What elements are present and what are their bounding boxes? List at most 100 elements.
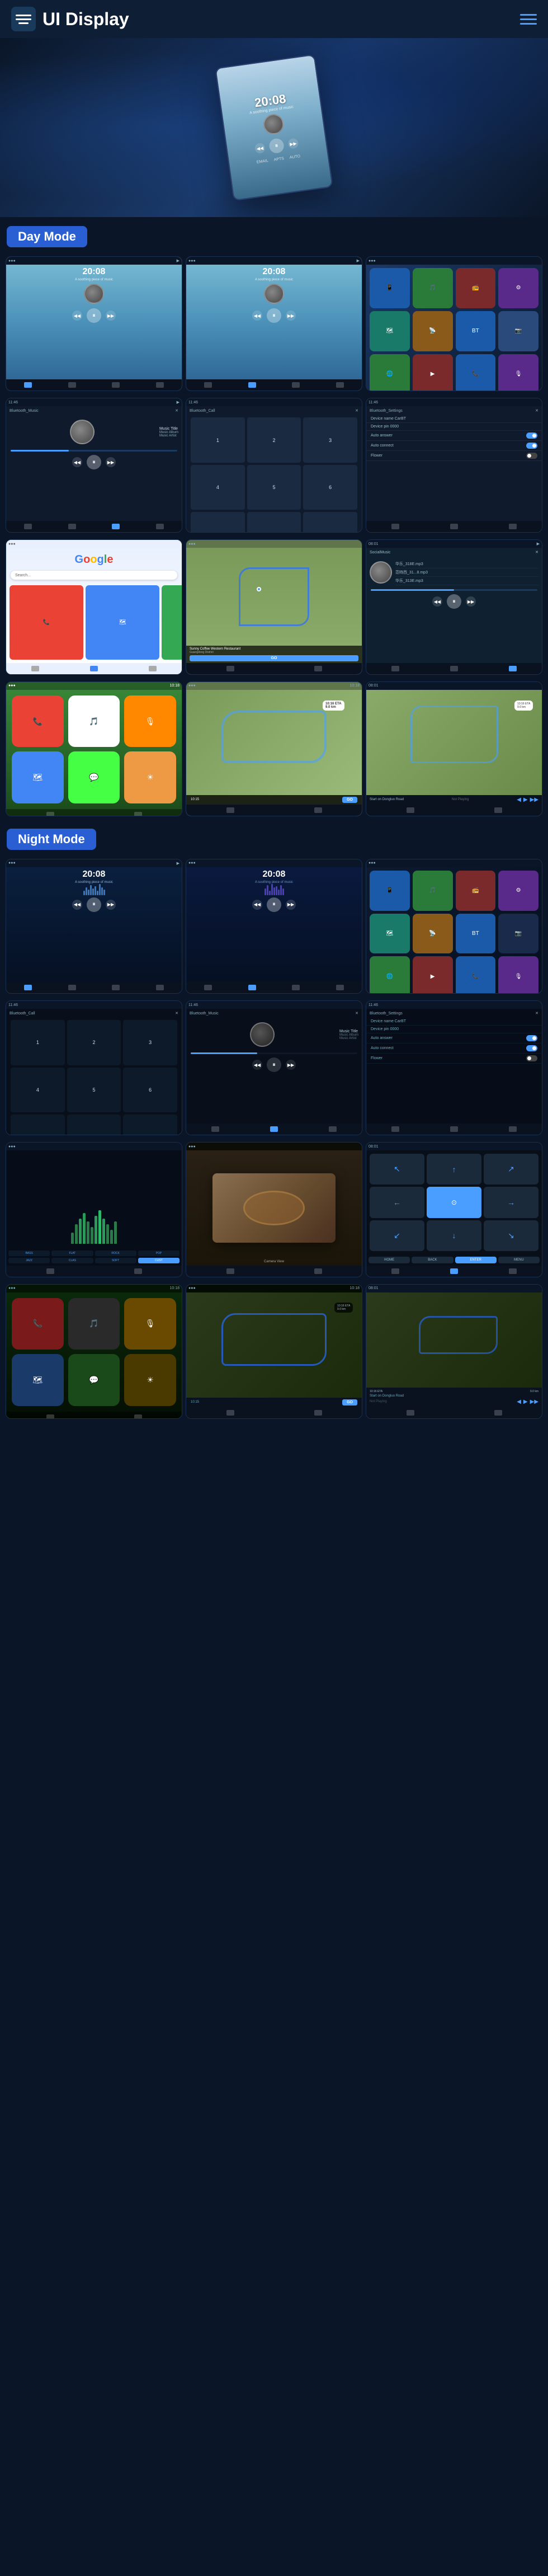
nav-n10a[interactable] bbox=[46, 1414, 54, 1418]
nav-9a[interactable] bbox=[391, 666, 399, 671]
nav-n6b[interactable] bbox=[450, 1126, 458, 1132]
night-app-9[interactable]: 🌐 bbox=[370, 956, 410, 993]
nav-n5b[interactable] bbox=[270, 1126, 278, 1132]
nav-n10b[interactable] bbox=[134, 1414, 142, 1418]
night-prev-1[interactable]: ◀◀ bbox=[72, 900, 82, 910]
nav-8a[interactable] bbox=[226, 666, 234, 671]
nav-8b[interactable] bbox=[314, 666, 322, 671]
night-app-11[interactable]: 📞 bbox=[456, 956, 496, 993]
night-num-5[interactable]: 5 bbox=[67, 1068, 121, 1113]
night-play-2[interactable]: ⏸ bbox=[267, 897, 281, 912]
night-num-8[interactable]: 8 bbox=[67, 1115, 121, 1135]
nav-n7a[interactable] bbox=[46, 1268, 54, 1274]
night-ios-app-weather[interactable]: ☀ bbox=[124, 1354, 176, 1406]
nav-icon-1a[interactable] bbox=[24, 382, 32, 388]
auto-connect-toggle[interactable] bbox=[526, 443, 537, 449]
nav-n8b[interactable] bbox=[314, 1268, 322, 1274]
night-mini-play[interactable]: ▶ bbox=[523, 1399, 528, 1405]
nav-n7b[interactable] bbox=[134, 1268, 142, 1274]
app-2[interactable]: 🎵 bbox=[413, 268, 453, 308]
nav-n9c[interactable] bbox=[509, 1268, 517, 1274]
night-app-12[interactable]: 🎙 bbox=[498, 956, 538, 993]
eq-preset-4[interactable]: POP bbox=[138, 1251, 179, 1256]
arrow-up[interactable]: ↑ bbox=[427, 1154, 481, 1184]
nav-10b[interactable] bbox=[134, 812, 142, 816]
app-10[interactable]: ▶ bbox=[413, 354, 453, 391]
nav-6b[interactable] bbox=[450, 524, 458, 529]
nav-icon-1b[interactable] bbox=[68, 382, 76, 388]
eq-preset-5[interactable]: JAZZ bbox=[8, 1258, 50, 1263]
nav-n11b[interactable] bbox=[314, 1410, 322, 1416]
night-app-7[interactable]: BT bbox=[456, 914, 496, 954]
nav-n8a[interactable] bbox=[226, 1268, 234, 1274]
nav-n2a[interactable] bbox=[204, 985, 212, 990]
app-6[interactable]: 📡 bbox=[413, 311, 453, 351]
func-btn-2[interactable]: BACK bbox=[412, 1257, 453, 1263]
nav-n9b[interactable] bbox=[450, 1268, 458, 1274]
nav-7c[interactable] bbox=[149, 666, 157, 671]
night-app-6[interactable]: 📡 bbox=[413, 914, 453, 954]
app-4[interactable]: ⚙ bbox=[498, 268, 538, 308]
nav-n1c[interactable] bbox=[112, 985, 120, 990]
bt-prev[interactable]: ◀◀ bbox=[72, 457, 82, 467]
night-ios-app-maps[interactable]: 🗺 bbox=[12, 1354, 64, 1406]
nav-11b[interactable] bbox=[314, 807, 322, 813]
night-bt-play[interactable]: ⏸ bbox=[267, 1057, 281, 1072]
night-app-8[interactable]: 📷 bbox=[498, 914, 538, 954]
nav-6a[interactable] bbox=[391, 524, 399, 529]
app-1[interactable]: 📱 bbox=[370, 268, 410, 308]
social-prev[interactable]: ◀◀ bbox=[432, 596, 442, 607]
ios-app-music[interactable]: 🎵 bbox=[68, 695, 120, 748]
nav-n5a[interactable] bbox=[211, 1126, 219, 1132]
night-app-10[interactable]: ▶ bbox=[413, 956, 453, 993]
night-num-9[interactable]: 9 bbox=[123, 1115, 177, 1135]
nav-n6c[interactable] bbox=[509, 1126, 517, 1132]
func-btn-4[interactable]: MENU bbox=[498, 1257, 540, 1263]
arrow-center[interactable]: ⊙ bbox=[427, 1187, 481, 1218]
nav-icon-1d[interactable] bbox=[156, 382, 164, 388]
ios-app-podcast[interactable]: 🎙 bbox=[124, 695, 176, 748]
arrow-br[interactable]: ↘ bbox=[484, 1220, 538, 1251]
night-prev-2[interactable]: ◀◀ bbox=[252, 900, 262, 910]
night-num-3[interactable]: 3 bbox=[123, 1020, 177, 1065]
mini-prev[interactable]: ◀ bbox=[517, 797, 521, 803]
night-num-6[interactable]: 6 bbox=[123, 1068, 177, 1113]
num-8[interactable]: 8 bbox=[247, 512, 301, 532]
night-mini-prev[interactable]: ◀ bbox=[517, 1399, 521, 1405]
launcher-app-2[interactable]: 🗺 bbox=[86, 585, 159, 659]
mini-next[interactable]: ▶▶ bbox=[530, 797, 538, 803]
nav-7a[interactable] bbox=[31, 666, 39, 671]
night-ios-app-podcast[interactable]: 🎙 bbox=[124, 1298, 176, 1350]
night-bt-next[interactable]: ▶▶ bbox=[286, 1060, 296, 1070]
num-3[interactable]: 3 bbox=[303, 417, 357, 463]
social-next[interactable]: ▶▶ bbox=[466, 596, 476, 607]
flower-toggle[interactable] bbox=[526, 453, 537, 459]
hero-play-btn[interactable]: ⏸ bbox=[268, 138, 285, 154]
prev-btn-2[interactable]: ◀◀ bbox=[252, 311, 262, 321]
nav-go-btn[interactable]: GO bbox=[342, 797, 357, 803]
nav-4b[interactable] bbox=[68, 524, 76, 529]
night-app-4[interactable]: ⚙ bbox=[498, 871, 538, 911]
nav-n9a[interactable] bbox=[391, 1268, 399, 1274]
app-11[interactable]: 📞 bbox=[456, 354, 496, 391]
launcher-app-3[interactable]: ▶ bbox=[162, 585, 182, 659]
nav-n1d[interactable] bbox=[156, 985, 164, 990]
func-btn-1[interactable]: HOME bbox=[369, 1257, 410, 1263]
num-6[interactable]: 6 bbox=[303, 465, 357, 510]
num-4[interactable]: 4 bbox=[191, 465, 245, 510]
night-num-2[interactable]: 2 bbox=[67, 1020, 121, 1065]
google-search-bar[interactable]: Search... bbox=[11, 571, 177, 580]
nav-icon-2d[interactable] bbox=[336, 382, 344, 388]
mini-play[interactable]: ▶ bbox=[523, 797, 528, 803]
prev-btn-1[interactable]: ◀◀ bbox=[72, 311, 82, 321]
night-auto-connect-toggle[interactable] bbox=[526, 1045, 537, 1051]
night-auto-answer-toggle[interactable] bbox=[526, 1035, 537, 1041]
next-btn-2[interactable]: ▶▶ bbox=[286, 311, 296, 321]
night-app-1[interactable]: 📱 bbox=[370, 871, 410, 911]
num-5[interactable]: 5 bbox=[247, 465, 301, 510]
nav-n12b[interactable] bbox=[494, 1410, 502, 1416]
eq-preset-1[interactable]: BASS bbox=[8, 1251, 50, 1256]
nav-9b[interactable] bbox=[450, 666, 458, 671]
nav-icon-2b[interactable] bbox=[248, 382, 256, 388]
nav-12a[interactable] bbox=[407, 807, 414, 813]
